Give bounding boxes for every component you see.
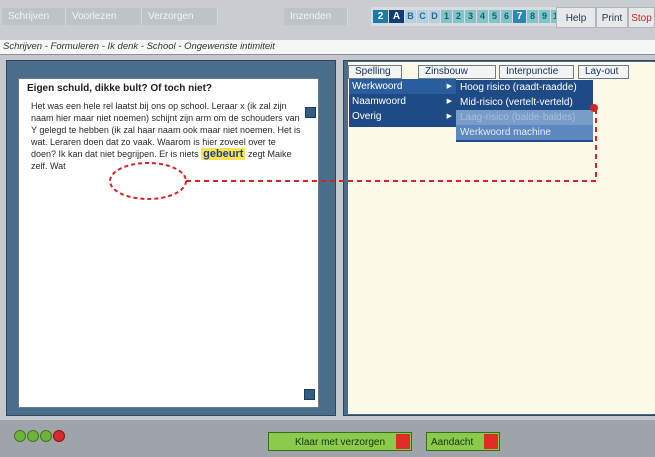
tab-verzorgen[interactable]: Verzorgen [142, 8, 218, 25]
print-button[interactable]: Print [596, 7, 628, 28]
tab-inzenden[interactable]: Inzenden [284, 8, 348, 25]
submenu-laag-risico[interactable]: Laag-risico (balde-baldes) [456, 110, 593, 125]
status-dot-green [40, 430, 52, 442]
menu-item-naamwoord[interactable]: Naamwoord ▶ [349, 94, 456, 109]
status-dot-green [27, 430, 39, 442]
aandacht-button[interactable]: Aandacht [426, 432, 500, 451]
level-c[interactable]: C [417, 10, 428, 23]
spelling-menu: Werkwoord ▶ Naamwoord ▶ Overig ▶ [349, 79, 456, 127]
chevron-right-icon: ▶ [446, 113, 452, 120]
status-dot-green [14, 430, 26, 442]
menu-item-label: Naamwoord [352, 96, 406, 107]
level-5[interactable]: 5 [489, 10, 500, 23]
submenu-werkwoord-machine[interactable]: Werkwoord machine [456, 125, 593, 140]
help-button[interactable]: Help [556, 7, 596, 28]
werkwoord-submenu: Hoog risico (raadt-raadde) Mid-risico (v… [456, 80, 593, 142]
top-toolbar: Schrijven Voorlezen Verzorgen Inzenden 2… [0, 0, 655, 40]
article-title: Eigen schuld, dikke bult? Of toch niet? [27, 83, 213, 94]
level-6[interactable]: 6 [501, 10, 512, 23]
aandacht-label: Aandacht [431, 437, 474, 448]
level-d[interactable]: D [429, 10, 440, 23]
red-indicator-icon [484, 434, 498, 449]
klaar-button[interactable]: Klaar met verzorgen [268, 432, 412, 451]
submenu-hoog-risico[interactable]: Hoog risico (raadt-raadde) [456, 80, 593, 95]
level-7[interactable]: 7 [513, 10, 526, 23]
level-a[interactable]: A [389, 10, 404, 23]
progress-dots [14, 430, 66, 442]
level-9[interactable]: 9 [539, 10, 550, 23]
chevron-right-icon: ▶ [446, 98, 452, 105]
tab-zinsbouw[interactable]: Zinsbouw [418, 65, 496, 79]
highlighted-word[interactable]: gebeurt [201, 148, 246, 160]
scroll-down-icon[interactable] [304, 389, 315, 400]
menu-item-werkwoord[interactable]: Werkwoord ▶ [349, 79, 456, 94]
article-body[interactable]: Het was een hele rel laatst bij ons op s… [31, 100, 302, 172]
breadcrumb: Schrijven - Formuleren - Ik denk - Schoo… [0, 40, 655, 55]
menu-item-overig[interactable]: Overig ▶ [349, 109, 456, 124]
level-2[interactable]: 2 [373, 10, 388, 23]
status-dot-red [53, 430, 65, 442]
level-b[interactable]: B [405, 10, 416, 23]
submenu-mid-risico[interactable]: Mid-risico (vertelt-verteld) [456, 95, 593, 110]
menu-item-label: Overig [352, 111, 382, 122]
red-indicator-icon [396, 434, 410, 449]
level-selector: 2 A B C D 1 2 3 4 5 6 7 8 9 10 [371, 7, 568, 26]
tab-spelling[interactable]: Spelling [348, 65, 402, 79]
tab-schrijven[interactable]: Schrijven [2, 8, 66, 25]
stop-button[interactable]: Stop [628, 7, 655, 28]
level-1[interactable]: 1 [441, 10, 452, 23]
scroll-up-icon[interactable] [305, 107, 316, 118]
tab-layout[interactable]: Lay-out [578, 65, 629, 79]
menu-item-label: Werkwoord [352, 81, 403, 92]
tab-interpunctie[interactable]: Interpunctie [499, 65, 574, 79]
level-2b[interactable]: 2 [453, 10, 464, 23]
level-3[interactable]: 3 [465, 10, 476, 23]
text-panel: Eigen schuld, dikke bult? Of toch niet? … [18, 78, 319, 408]
chevron-right-icon: ▶ [446, 83, 452, 90]
tab-voorlezen[interactable]: Voorlezen [66, 8, 142, 25]
level-4[interactable]: 4 [477, 10, 488, 23]
level-8[interactable]: 8 [527, 10, 538, 23]
klaar-label: Klaar met verzorgen [294, 437, 386, 448]
